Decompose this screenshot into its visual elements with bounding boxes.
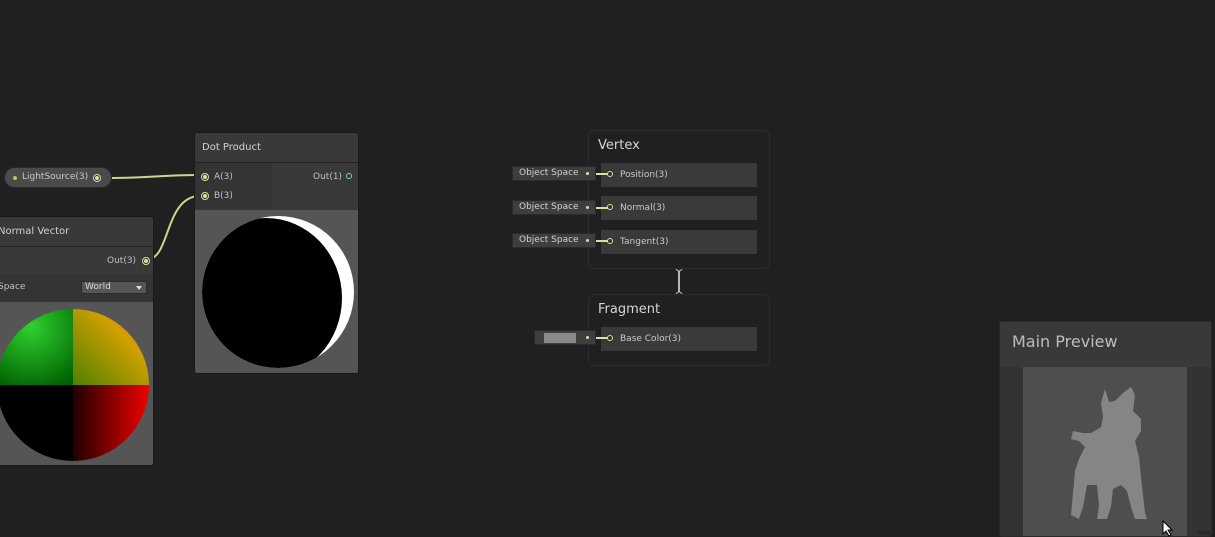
dot-product-node[interactable]: Dot Product A(3) B(3) Out(1) — [194, 132, 359, 374]
base-color-connector-icon — [586, 336, 589, 339]
tangent-field-connector-icon — [586, 239, 589, 242]
normal-vector-output-label: Out(3) — [107, 256, 137, 266]
input-a-label: A(3) — [214, 172, 233, 182]
vertex-tangent-block[interactable]: Tangent(3) — [600, 229, 758, 255]
normal-vector-preview — [0, 302, 153, 465]
normal-vector-title: Normal Vector — [0, 217, 153, 247]
main-preview-render — [1023, 367, 1187, 536]
position-field-connector-icon — [586, 172, 589, 175]
vertex-normal-block[interactable]: Normal(3) — [600, 195, 758, 221]
input-a-port[interactable] — [201, 173, 209, 181]
cat-model-silhouette — [1071, 387, 1147, 519]
fragment-title: Fragment — [598, 302, 661, 317]
output-port[interactable] — [346, 173, 352, 179]
tangent-space-value: Object Space — [519, 235, 579, 245]
input-b-port[interactable] — [201, 192, 209, 200]
input-b-label: B(3) — [214, 191, 233, 201]
dot-product-preview — [195, 210, 358, 373]
position-label: Position(3) — [620, 170, 668, 180]
light-source-property-node[interactable]: LightSource(3) — [4, 167, 112, 188]
fragment-base-color-block[interactable]: Base Color(3) — [600, 326, 758, 352]
normal-vector-sphere-preview — [0, 309, 149, 461]
main-preview-panel[interactable]: Main Preview — [999, 321, 1212, 537]
space-value: World — [85, 282, 111, 292]
tangent-space-field[interactable]: Object Space — [512, 233, 596, 248]
base-color-label: Base Color(3) — [620, 334, 682, 344]
normal-space-value: Object Space — [519, 202, 579, 212]
dot-product-sphere-preview — [202, 216, 354, 368]
vertex-position-block[interactable]: Position(3) — [600, 162, 758, 188]
dropdown-arrow-icon — [136, 286, 142, 290]
space-label: Space — [0, 282, 26, 292]
space-dropdown[interactable]: World — [81, 281, 147, 294]
vertex-title: Vertex — [598, 138, 640, 153]
resize-handle-icon[interactable] — [1198, 531, 1210, 535]
dot-product-outputs — [272, 163, 358, 209]
position-space-field[interactable]: Object Space — [512, 166, 596, 181]
position-field-wire — [596, 173, 608, 175]
output-label: Out(1) — [313, 172, 343, 182]
base-color-field[interactable] — [534, 330, 596, 345]
vertex-context[interactable]: Vertex Position(3) Normal(3) Tangent(3) — [588, 130, 770, 269]
normal-field-wire — [596, 207, 608, 209]
property-label: LightSource(3) — [22, 172, 89, 182]
dot-product-inputs — [195, 163, 272, 209]
space-row: Space World — [0, 275, 153, 301]
main-preview-viewport[interactable] — [1000, 367, 1211, 536]
normal-field-connector-icon — [586, 206, 589, 209]
property-output-port[interactable] — [93, 174, 101, 182]
normal-vector-node[interactable]: Normal Vector Out(3) Space World — [0, 216, 154, 466]
position-space-value: Object Space — [519, 168, 579, 178]
base-color-swatch[interactable] — [544, 333, 576, 343]
base-color-field-wire — [596, 337, 608, 339]
normal-vector-output-port[interactable] — [142, 257, 150, 265]
main-preview-title: Main Preview — [1012, 332, 1118, 351]
tangent-field-wire — [596, 240, 608, 242]
normal-label: Normal(3) — [620, 203, 666, 213]
tangent-label: Tangent(3) — [620, 237, 669, 247]
dot-product-title: Dot Product — [195, 133, 358, 163]
property-type-icon — [13, 176, 17, 180]
mouse-cursor-icon — [1162, 520, 1174, 537]
normal-space-field[interactable]: Object Space — [512, 200, 596, 215]
fragment-context[interactable]: Fragment Base Color(3) — [588, 294, 770, 366]
